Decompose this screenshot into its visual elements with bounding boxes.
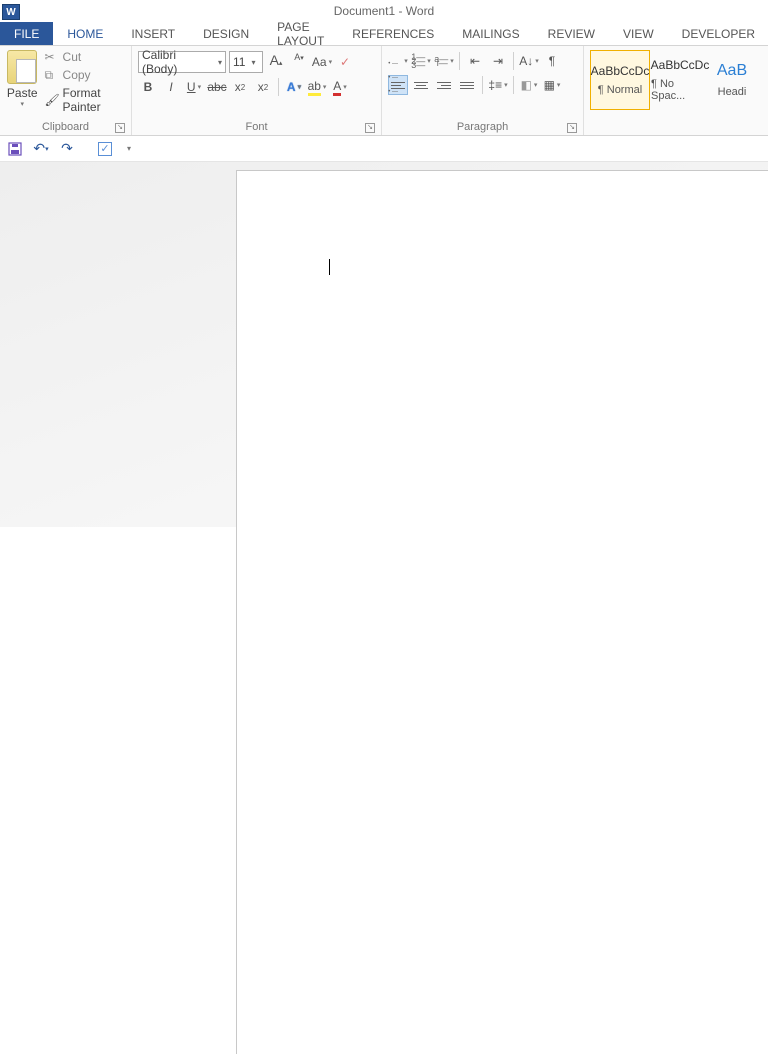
strikethrough-button[interactable]: abc [207, 77, 227, 97]
save-button[interactable] [6, 140, 24, 158]
tab-mailings[interactable]: MAILINGS [448, 22, 533, 45]
undo-button[interactable]: ↶▾ [32, 140, 50, 158]
increase-indent-button[interactable]: ⇥ [488, 51, 508, 71]
shrink-font-button[interactable]: A▾ [289, 52, 309, 72]
align-right-button[interactable] [434, 75, 454, 95]
group-clipboard: Paste ▾ ✂ Cut ⧉ Copy 🖌 Format Painter Cl [0, 46, 132, 135]
paragraph-group-label: Paragraph ↘ [388, 119, 577, 135]
cut-button[interactable]: ✂ Cut [43, 48, 125, 66]
italic-button[interactable]: I [161, 77, 181, 97]
style-no-spacing[interactable]: AaBbCcDc ¶ No Spac... [650, 50, 710, 110]
grow-font-button[interactable]: A▴ [266, 52, 286, 72]
format-painter-label: Format Painter [63, 86, 123, 114]
show-hide-button[interactable]: ¶ [542, 51, 562, 71]
paste-icon [7, 50, 37, 84]
bullets-button[interactable] [388, 51, 408, 71]
document-workspace [0, 162, 768, 527]
style-nospacing-label: ¶ No Spac... [651, 78, 709, 102]
numbering-button[interactable]: 1—2—3— [411, 51, 431, 71]
bold-button[interactable]: B [138, 77, 158, 97]
style-normal[interactable]: AaBbCcDc ¶ Normal [590, 50, 650, 110]
subscript-button[interactable]: x2 [230, 77, 250, 97]
clear-formatting-button[interactable]: ✓ [335, 52, 355, 72]
redo-button[interactable]: ↷ [58, 140, 76, 158]
shading-button[interactable]: ◧ [519, 75, 539, 95]
group-font: Calibri (Body)▾ 11▾ A▴ A▾ Aa ✓ B I U abc… [132, 46, 382, 135]
change-case-button[interactable]: Aa [312, 52, 332, 72]
style-normal-label: ¶ Normal [598, 84, 642, 96]
save-icon [8, 142, 22, 156]
tab-insert[interactable]: INSERT [117, 22, 189, 45]
copy-button[interactable]: ⧉ Copy [43, 66, 125, 84]
title-bar: W Document1 - Word [0, 0, 768, 22]
cut-label: Cut [63, 50, 82, 64]
multilevel-list-button[interactable]: a— i— [434, 51, 454, 71]
font-name-combo[interactable]: Calibri (Body)▾ [138, 51, 226, 73]
word-app-icon: W [2, 4, 20, 20]
font-size-combo[interactable]: 11▾ [229, 51, 263, 73]
line-spacing-button[interactable]: ‡≡ [488, 75, 508, 95]
tab-file[interactable]: FILE [0, 22, 53, 45]
highlight-button[interactable]: ab [307, 77, 327, 97]
bullets-icon [388, 54, 402, 68]
ribbon: Paste ▾ ✂ Cut ⧉ Copy 🖌 Format Painter Cl [0, 46, 768, 136]
quick-access-toolbar: ↶▾ ↷ ✓ ▾ [0, 136, 768, 162]
tab-review[interactable]: REVIEW [534, 22, 609, 45]
format-painter-button[interactable]: 🖌 Format Painter [43, 84, 125, 116]
style-heading-label: Headi [718, 86, 747, 98]
font-group-label: Font ↘ [138, 119, 375, 135]
tab-design[interactable]: DESIGN [189, 22, 263, 45]
underline-button[interactable]: U [184, 77, 204, 97]
tab-page-layout[interactable]: PAGE LAYOUT [263, 22, 338, 45]
paragraph-dialog-launcher[interactable]: ↘ [567, 123, 577, 133]
copy-icon: ⧉ [45, 68, 59, 82]
style-heading-preview: AaB [717, 62, 747, 80]
sort-button[interactable]: A↓ [519, 51, 539, 71]
align-center-icon [414, 82, 428, 89]
tab-references[interactable]: REFERENCES [338, 22, 448, 45]
align-right-icon [437, 82, 451, 89]
document-page[interactable] [236, 170, 768, 1054]
tab-developer[interactable]: DEVELOPER [668, 22, 768, 45]
text-effects-button[interactable]: A [284, 77, 304, 97]
tab-home[interactable]: HOME [53, 22, 117, 45]
font-dialog-launcher[interactable]: ↘ [365, 123, 375, 133]
clipboard-group-label: Clipboard ↘ [6, 119, 125, 135]
brush-icon: 🖌 [45, 93, 59, 107]
group-styles: AaBbCcDc ¶ Normal AaBbCcDc ¶ No Spac... … [584, 46, 768, 135]
group-paragraph: 1—2—3— a— i— ⇤ ⇥ A↓ ¶ ‡≡ ◧ ▦ [382, 46, 584, 135]
borders-button[interactable]: ▦ [542, 75, 562, 95]
style-normal-preview: AaBbCcDc [591, 64, 650, 78]
style-heading1[interactable]: AaB Headi [710, 50, 754, 110]
text-cursor [329, 259, 330, 275]
tab-view[interactable]: VIEW [609, 22, 668, 45]
qat-customize-button[interactable]: ▾ [120, 140, 138, 158]
copy-label: Copy [63, 68, 91, 82]
scissors-icon: ✂ [45, 50, 59, 64]
font-color-button[interactable]: A [330, 77, 350, 97]
checkbox-toggle[interactable]: ✓ [98, 142, 112, 156]
justify-button[interactable] [457, 75, 477, 95]
superscript-button[interactable]: x2 [253, 77, 273, 97]
align-justify-icon [460, 82, 474, 89]
ribbon-tabs: FILE HOME INSERT DESIGN PAGE LAYOUT REFE… [0, 22, 768, 46]
decrease-indent-button[interactable]: ⇤ [465, 51, 485, 71]
document-title: Document1 - Word [20, 4, 768, 18]
paste-button[interactable]: Paste ▾ [6, 48, 39, 108]
align-center-button[interactable] [411, 75, 431, 95]
style-nospacing-preview: AaBbCcDc [651, 58, 710, 72]
clipboard-dialog-launcher[interactable]: ↘ [115, 123, 125, 133]
paste-label: Paste [7, 86, 38, 100]
